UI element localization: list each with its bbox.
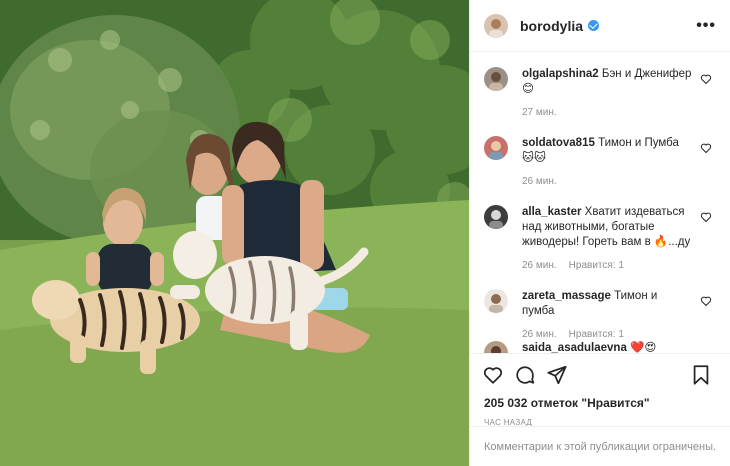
photo-illustration (0, 0, 469, 466)
comment-emoji: 😊 (522, 83, 534, 95)
comment-item: alla_kaster Хватит издеваться над животн… (484, 205, 716, 271)
bookmark-icon[interactable] (690, 364, 712, 386)
commenter-avatar[interactable] (484, 341, 508, 353)
comment-text: Бэн и Дженифер (601, 68, 692, 80)
comment-time: 26 мин. (522, 329, 557, 340)
comment-likes[interactable]: Нравится: 1 (569, 260, 624, 271)
comment-username[interactable]: alla_kaster (522, 206, 581, 218)
comments-list[interactable]: olgalapshina2 Бэн и Дженифер 😊 27 мин. s… (470, 53, 730, 353)
comment-like-heart-icon[interactable] (700, 295, 712, 307)
commenter-avatar[interactable] (484, 205, 508, 229)
comments-restricted-notice: Комментарии к этой публикации ограничены… (470, 426, 730, 466)
commenter-avatar[interactable] (484, 289, 508, 313)
heart-icon[interactable] (482, 364, 504, 386)
comment-username[interactable]: saida_asadulaevna (522, 342, 627, 353)
commenter-avatar[interactable] (484, 67, 508, 91)
comment-username[interactable]: zareta_massage (522, 290, 611, 302)
comment-likes[interactable]: Нравится: 1 (569, 329, 624, 340)
comment-item: saida_asadulaevna ❤️😍 (484, 341, 716, 353)
comment-time: 27 мин. (522, 107, 557, 118)
comment-emoji: ❤️😍 (630, 342, 657, 353)
comment-time: 26 мин. (522, 260, 557, 271)
comment-item: zareta_massage Тимон и пумба 26 мин. Нра… (484, 289, 716, 340)
post-sidebar: borodylia ••• olgalapshina2 Бэн и Джениф… (469, 0, 730, 466)
comment-text: Тимон и Пумба (598, 137, 679, 149)
post-actions: 205 032 отметок "Нравится" ЧАС НАЗАД (470, 353, 730, 427)
more-options-icon[interactable]: ••• (696, 17, 716, 35)
commenter-avatar[interactable] (484, 136, 508, 160)
likes-count[interactable]: 205 032 отметок "Нравится" (482, 396, 716, 410)
comment-like-heart-icon[interactable] (700, 142, 712, 154)
comment-username[interactable]: soldatova815 (522, 137, 595, 149)
comment-item: olgalapshina2 Бэн и Дженифер 😊 27 мин. (484, 67, 716, 118)
comment-icon[interactable] (514, 364, 536, 386)
comment-username[interactable]: olgalapshina2 (522, 68, 599, 80)
comment-like-heart-icon[interactable] (700, 73, 712, 85)
comment-emoji: 🐱🐱 (522, 152, 546, 164)
author-username[interactable]: borodylia (520, 18, 583, 34)
share-icon[interactable] (546, 364, 568, 386)
comment-time: 26 мин. (522, 176, 557, 187)
author-avatar[interactable] (484, 13, 508, 38)
verified-badge-icon (588, 20, 600, 31)
comment-like-heart-icon[interactable] (700, 211, 712, 223)
post-photo (0, 0, 469, 466)
comment-item: soldatova815 Тимон и Пумба 🐱🐱 26 мин. (484, 136, 716, 187)
post-header: borodylia ••• (470, 0, 730, 52)
